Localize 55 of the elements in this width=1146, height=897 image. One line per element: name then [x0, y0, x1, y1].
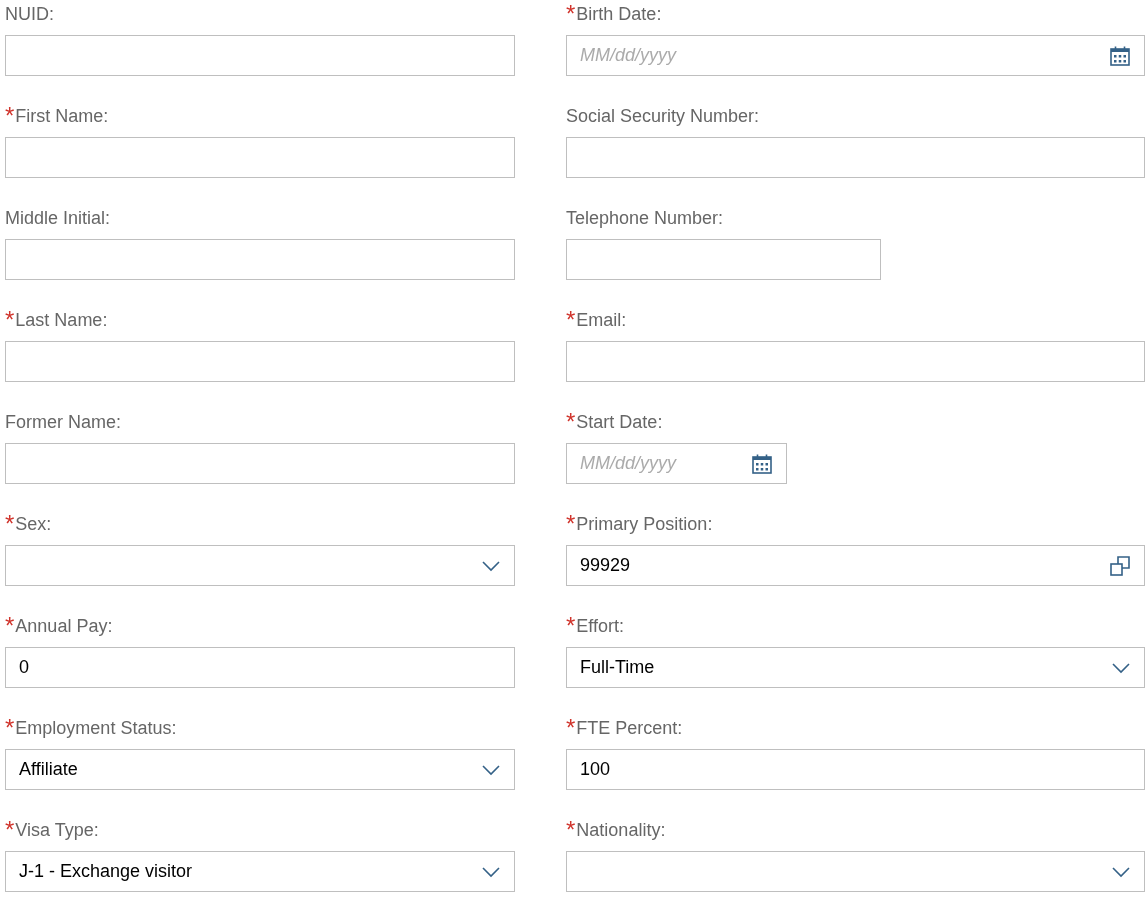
- field-label: Birth Date:: [576, 3, 662, 26]
- required-asterisk: *: [566, 511, 576, 537]
- input-field[interactable]: [5, 443, 515, 484]
- required-asterisk: *: [566, 613, 576, 639]
- field-label: Social Security Number:: [566, 105, 760, 128]
- field-label: Employment Status:: [15, 717, 177, 740]
- dropdown-field[interactable]: Affiliate: [5, 749, 515, 790]
- chevron-down-icon[interactable]: [481, 559, 501, 572]
- field-label: NUID:: [5, 3, 54, 26]
- required-asterisk: *: [566, 1, 576, 27]
- chevron-down-icon[interactable]: [1111, 661, 1131, 674]
- dropdown-field[interactable]: [566, 851, 1145, 892]
- chevron-down-icon[interactable]: [1111, 865, 1131, 878]
- field-label: Nationality:: [576, 819, 666, 842]
- input-field[interactable]: [566, 341, 1145, 382]
- calendar-icon[interactable]: [751, 452, 773, 475]
- field-label: First Name:: [15, 105, 109, 128]
- dropdown-field[interactable]: Full-Time: [566, 647, 1145, 688]
- lookup-field[interactable]: 99929: [566, 545, 1145, 586]
- required-asterisk: *: [5, 817, 15, 843]
- field-label: FTE Percent:: [576, 717, 683, 740]
- dropdown-field[interactable]: J-1 - Exchange visitor: [5, 851, 515, 892]
- field-label: Former Name:: [5, 411, 121, 434]
- required-asterisk: *: [566, 817, 576, 843]
- field-label: Middle Initial:: [5, 207, 111, 230]
- chevron-down-icon[interactable]: [481, 763, 501, 776]
- required-asterisk: *: [566, 715, 576, 741]
- required-asterisk: *: [5, 613, 15, 639]
- calendar-icon[interactable]: [1109, 44, 1131, 67]
- input-field[interactable]: 0: [5, 647, 515, 688]
- field-label: Annual Pay:: [15, 615, 113, 638]
- required-asterisk: *: [5, 715, 15, 741]
- field-label: Primary Position:: [576, 513, 713, 536]
- required-asterisk: *: [5, 307, 15, 333]
- chevron-down-icon[interactable]: [481, 865, 501, 878]
- input-field[interactable]: [566, 239, 881, 280]
- required-asterisk: *: [5, 103, 15, 129]
- field-label: Start Date:: [576, 411, 663, 434]
- input-field[interactable]: [5, 137, 515, 178]
- field-label: Email:: [576, 309, 627, 332]
- field-label: Effort:: [576, 615, 625, 638]
- required-asterisk: *: [5, 511, 15, 537]
- field-label: Sex:: [15, 513, 52, 536]
- field-label: Visa Type:: [15, 819, 99, 842]
- input-field[interactable]: [566, 137, 1145, 178]
- field-label: Last Name:: [15, 309, 108, 332]
- dropdown-field[interactable]: [5, 545, 515, 586]
- input-field[interactable]: [5, 341, 515, 382]
- value-help-icon[interactable]: [1109, 554, 1131, 577]
- required-asterisk: *: [566, 409, 576, 435]
- input-field[interactable]: [5, 239, 515, 280]
- input-field[interactable]: [5, 35, 515, 76]
- required-asterisk: *: [566, 307, 576, 333]
- input-field[interactable]: 100: [566, 749, 1145, 790]
- field-label: Telephone Number:: [566, 207, 724, 230]
